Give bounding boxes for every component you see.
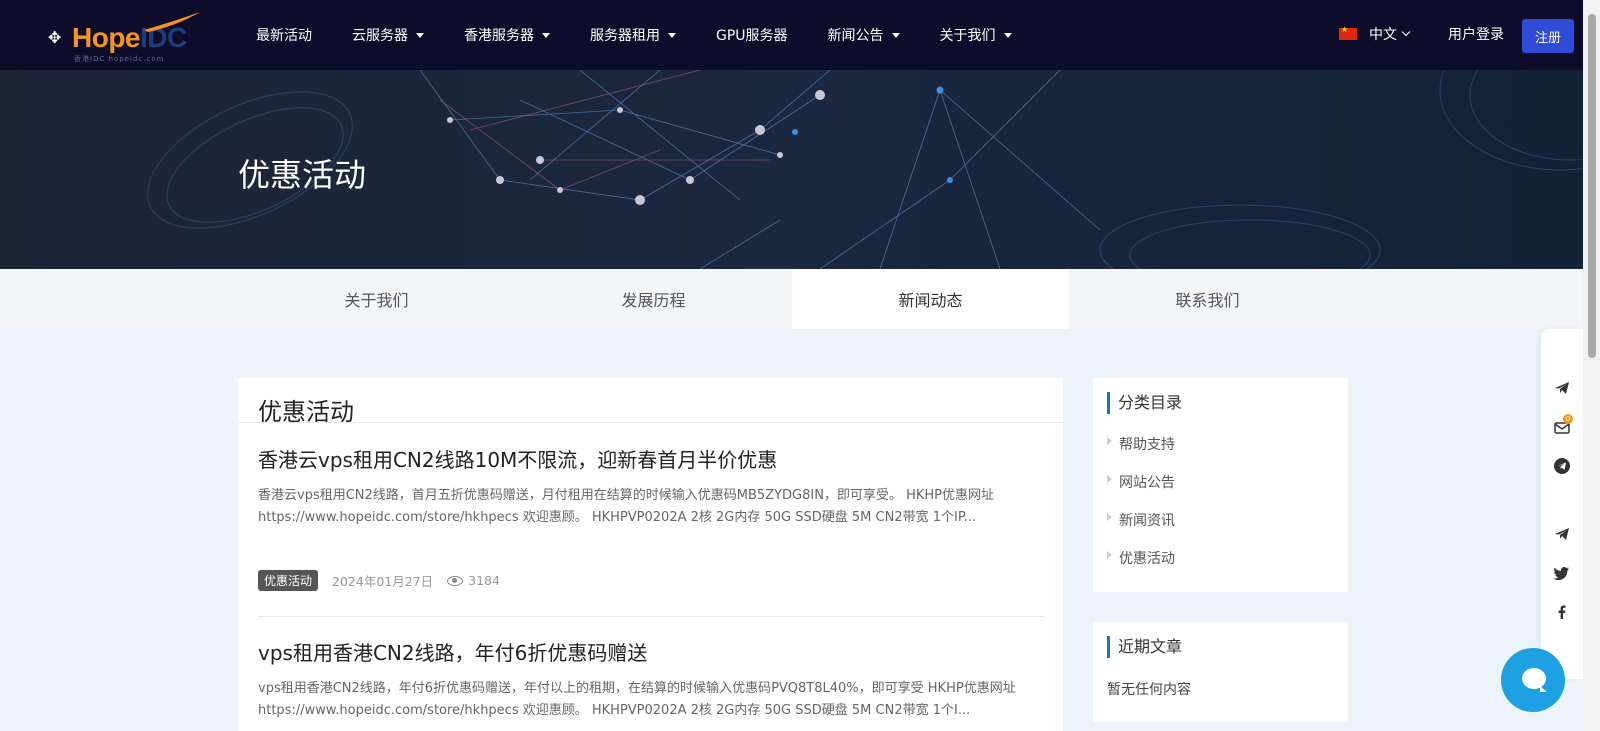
triangle-right-icon: [1107, 437, 1112, 445]
post-item: vps租用香港CN2线路，年付6折优惠码赠送 vps租用香港CN2线路，年付6折…: [258, 637, 1043, 722]
caret-down-icon: [668, 32, 676, 38]
post-meta: 优惠活动 2024年01月27日 3184: [258, 570, 1043, 591]
floating-social-bar: 0: [1541, 329, 1583, 679]
post-excerpt: 香港云vps租用CN2线路，首月五折优惠码赠送，月付租用在结算的时候输入优惠码M…: [258, 488, 995, 525]
telegram-icon[interactable]: [1553, 525, 1571, 543]
caret-down-icon: [542, 32, 550, 38]
tab-news[interactable]: 新闻动态: [792, 269, 1069, 329]
banner-title: 优惠活动: [238, 156, 367, 194]
caret-down-icon: [416, 32, 424, 38]
triangle-right-icon: [1107, 551, 1112, 559]
mail-badge: 0: [1563, 414, 1573, 424]
category-widget-title: 分类目录: [1107, 392, 1182, 414]
eye-icon: [447, 575, 464, 586]
china-flag-icon: [1339, 25, 1357, 40]
telegram-icon[interactable]: [1553, 379, 1571, 397]
post-date: 2024年01月27日: [332, 574, 434, 589]
nav-hk-server[interactable]: 香港服务器: [464, 25, 550, 45]
divider: [238, 422, 1063, 423]
scrollbar-thumb[interactable]: [1588, 14, 1596, 358]
recent-posts-widget: 近期文章 暂无任何内容: [1093, 622, 1348, 722]
move-cross-icon: ✥: [48, 28, 62, 47]
category-link[interactable]: 网站公告: [1119, 472, 1175, 492]
category-link[interactable]: 优惠活动: [1119, 548, 1175, 568]
nav-about-us[interactable]: 关于我们: [940, 25, 1012, 45]
tab-about-us[interactable]: 关于我们: [238, 269, 515, 329]
triangle-right-icon: [1107, 475, 1112, 483]
post-title-link[interactable]: vps租用香港CN2线路，年付6折优惠码赠送: [258, 637, 1043, 666]
post-divider: [258, 616, 1043, 617]
main-nav: 最新活动 云服务器 香港服务器 服务器租用 GPU服务器 新闻公告 关于我们: [256, 0, 1052, 70]
language-label: 中文: [1369, 27, 1397, 43]
nav-gpu-server[interactable]: GPU服务器: [716, 25, 788, 45]
triangle-right-icon: [1107, 513, 1112, 521]
nav-cloud-server[interactable]: 云服务器: [352, 25, 424, 45]
category-badge[interactable]: 优惠活动: [258, 570, 319, 591]
chevron-down-icon: [1401, 27, 1411, 37]
page-banner: 优惠活动: [0, 70, 1583, 269]
category-widget: 分类目录 帮助支持 网站公告 新闻资讯 优惠活动: [1093, 378, 1348, 592]
post-excerpt: vps租用香港CN2线路，年付6折优惠码赠送，年付以上的租期，在结算的时候输入优…: [258, 681, 1016, 718]
language-selector[interactable]: 中文: [1339, 24, 1411, 44]
post-list-card: 优惠活动 香港云vps租用CN2线路10M不限流，迎新春首月半价优惠 香港云vp…: [238, 378, 1063, 731]
caret-down-icon: [891, 32, 900, 38]
category-link[interactable]: 帮助支持: [1119, 434, 1175, 454]
nav-server-rental[interactable]: 服务器租用: [590, 25, 676, 45]
login-link[interactable]: 用户登录: [1448, 24, 1504, 44]
about-tabs: 关于我们 发展历程 新闻动态 联系我们: [0, 269, 1583, 329]
logo-swoosh-icon: [144, 12, 200, 32]
caret-down-icon: [1003, 32, 1012, 38]
top-navbar: ✥ HopeIDC 香港IDC hopeidc.com 最新活动 云服务器 香港…: [0, 0, 1583, 70]
register-button[interactable]: 注册: [1522, 19, 1574, 53]
facebook-icon[interactable]: [1553, 603, 1571, 621]
hopeidc-logo[interactable]: ✥ HopeIDC 香港IDC hopeidc.com: [48, 12, 200, 63]
recent-widget-title: 近期文章: [1107, 636, 1182, 658]
category-link[interactable]: 新闻资讯: [1119, 510, 1175, 530]
tab-contact-us[interactable]: 联系我们: [1069, 269, 1346, 329]
telegram-circle-icon[interactable]: [1553, 457, 1571, 475]
chat-button[interactable]: [1501, 648, 1565, 712]
chat-bubble-icon: [1522, 668, 1547, 692]
post-item: 香港云vps租用CN2线路10M不限流，迎新春首月半价优惠 香港云vps租用CN…: [258, 444, 1043, 529]
recent-empty-text: 暂无任何内容: [1107, 682, 1191, 698]
view-count: 3184: [468, 573, 500, 588]
nav-latest-activity[interactable]: 最新活动: [256, 25, 312, 45]
tab-history[interactable]: 发展历程: [515, 269, 792, 329]
twitter-icon[interactable]: [1553, 564, 1571, 582]
post-title-link[interactable]: 香港云vps租用CN2线路10M不限流，迎新春首月半价优惠: [258, 444, 1043, 473]
page-scrollbar[interactable]: [1583, 0, 1600, 731]
nav-news[interactable]: 新闻公告: [828, 25, 900, 45]
logo-tagline: 香港IDC hopeidc.com: [74, 55, 165, 63]
